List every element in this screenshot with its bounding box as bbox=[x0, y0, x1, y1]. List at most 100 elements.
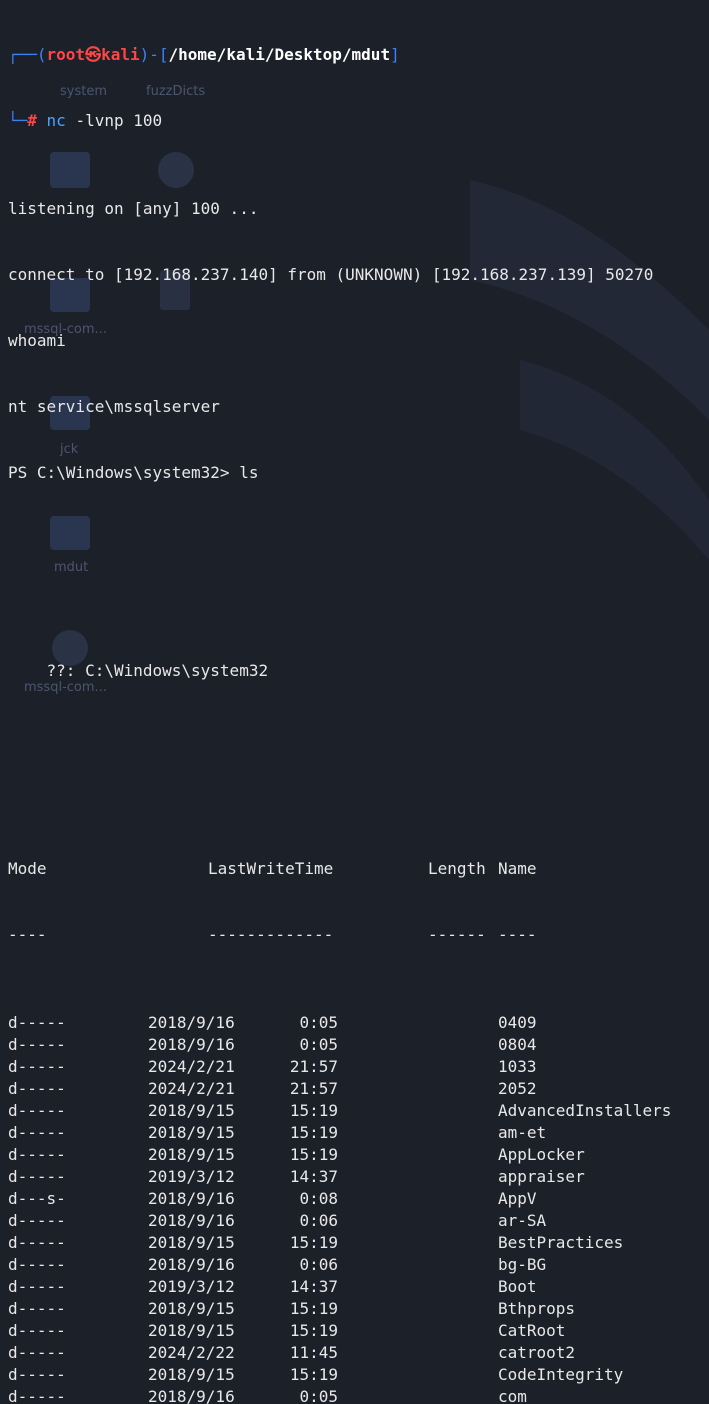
row-mode: d----- bbox=[8, 1123, 66, 1142]
row-name: 2052 bbox=[498, 1079, 537, 1098]
header-lastwritetime: LastWriteTime bbox=[208, 859, 334, 878]
row-date: 2018/9/16 bbox=[148, 1189, 235, 1208]
listing-header: Mode LastWriteTime Length Name bbox=[8, 858, 709, 880]
row-time: 15:19 bbox=[289, 1321, 338, 1340]
row-name: AppV bbox=[498, 1189, 537, 1208]
row-time: 0:06 bbox=[299, 1211, 338, 1230]
row-mode: d---s- bbox=[8, 1189, 66, 1208]
row-date: 2018/9/15 bbox=[148, 1145, 235, 1164]
terminal-output[interactable]: ┌──(root㉿kali)-[/home/kali/Desktop/mdut]… bbox=[8, 0, 709, 1404]
row-time: 14:37 bbox=[289, 1167, 338, 1186]
row-mode: d----- bbox=[8, 1277, 66, 1296]
row-mode: d----- bbox=[8, 1255, 66, 1274]
prompt-line-1: ┌──(root㉿kali)-[/home/kali/Desktop/mdut] bbox=[8, 45, 400, 64]
row-name: com bbox=[498, 1387, 527, 1404]
row-time: 0:08 bbox=[299, 1189, 338, 1208]
row-date: 2018/9/16 bbox=[148, 1035, 235, 1054]
header-mode: Mode bbox=[8, 859, 47, 878]
listing-row: d----- 2024/2/21 21:57 1033 bbox=[8, 1056, 709, 1078]
listing-row: d----- 2018/9/16 0:05 0409 bbox=[8, 1012, 709, 1034]
listing-row: d----- 2018/9/16 0:06 bg-BG bbox=[8, 1254, 709, 1276]
row-date: 2018/9/15 bbox=[148, 1321, 235, 1340]
row-time: 15:19 bbox=[289, 1365, 338, 1384]
row-name: BestPractices bbox=[498, 1233, 624, 1252]
row-mode: d----- bbox=[8, 1365, 66, 1384]
row-date: 2019/3/12 bbox=[148, 1167, 235, 1186]
row-time: 15:19 bbox=[289, 1233, 338, 1252]
listing-row: d---s- 2018/9/16 0:08 AppV bbox=[8, 1188, 709, 1210]
output-line: connect to [192.168.237.140] from (UNKNO… bbox=[8, 265, 654, 284]
listing-row: d----- 2018/9/15 15:19 am-et bbox=[8, 1122, 709, 1144]
row-mode: d----- bbox=[8, 1233, 66, 1252]
kali-skull-icon: ㉿ bbox=[85, 45, 102, 64]
listing-row: d----- 2019/3/12 14:37 appraiser bbox=[8, 1166, 709, 1188]
row-time: 15:19 bbox=[289, 1145, 338, 1164]
row-name: 1033 bbox=[498, 1057, 537, 1076]
row-time: 0:05 bbox=[299, 1035, 338, 1054]
row-date: 2018/9/16 bbox=[148, 1387, 235, 1404]
row-date: 2019/3/12 bbox=[148, 1277, 235, 1296]
prompt-user: root bbox=[46, 45, 86, 64]
command-name: nc bbox=[46, 111, 66, 130]
row-date: 2018/9/16 bbox=[148, 1255, 235, 1274]
output-line: nt service\mssqlserver bbox=[8, 397, 220, 416]
command-args: -lvnp 100 bbox=[75, 111, 163, 130]
row-time: 0:06 bbox=[299, 1255, 338, 1274]
row-date: 2018/9/15 bbox=[148, 1365, 235, 1384]
row-mode: d----- bbox=[8, 1387, 66, 1404]
row-name: CatRoot bbox=[498, 1321, 566, 1340]
row-name: 0804 bbox=[498, 1035, 537, 1054]
prompt-path: /home/kali/Desktop/mdut bbox=[168, 45, 391, 64]
listing-row: d----- 2018/9/15 15:19 Bthprops bbox=[8, 1298, 709, 1320]
row-name: catroot2 bbox=[498, 1343, 576, 1362]
header-name: Name bbox=[498, 859, 537, 878]
row-date: 2018/9/16 bbox=[148, 1211, 235, 1230]
row-name: bg-BG bbox=[498, 1255, 547, 1274]
row-name: AdvancedInstallers bbox=[498, 1101, 672, 1120]
row-time: 11:45 bbox=[289, 1343, 338, 1362]
row-date: 2018/9/15 bbox=[148, 1233, 235, 1252]
row-time: 0:05 bbox=[299, 1013, 338, 1032]
row-mode: d----- bbox=[8, 1057, 66, 1076]
prompt-symbol: # bbox=[27, 111, 37, 130]
row-mode: d----- bbox=[8, 1013, 66, 1032]
listing-row: d----- 2024/2/21 21:57 2052 bbox=[8, 1078, 709, 1100]
listing-row: d----- 2018/9/16 0:05 com bbox=[8, 1386, 709, 1404]
row-name: am-et bbox=[498, 1123, 547, 1142]
row-name: 0409 bbox=[498, 1013, 537, 1032]
listing-row: d----- 2018/9/15 15:19 AdvancedInstallers bbox=[8, 1100, 709, 1122]
row-mode: d----- bbox=[8, 1211, 66, 1230]
row-mode: d----- bbox=[8, 1299, 66, 1318]
row-mode: d----- bbox=[8, 1101, 66, 1120]
listing-rows: d----- 2018/9/16 0:05 0409 d----- 2018/9/16 0:… bbox=[8, 1012, 709, 1404]
row-name: CodeIntegrity bbox=[498, 1365, 624, 1384]
header-length: Length bbox=[428, 859, 486, 878]
row-name: Boot bbox=[498, 1277, 537, 1296]
listing-underline: ---- ------------- ------ ---- bbox=[8, 925, 537, 944]
row-time: 15:19 bbox=[289, 1101, 338, 1120]
listing-row: d----- 2018/9/16 0:05 0804 bbox=[8, 1034, 709, 1056]
row-time: 15:19 bbox=[289, 1299, 338, 1318]
row-name: Bthprops bbox=[498, 1299, 576, 1318]
row-date: 2024/2/21 bbox=[148, 1057, 235, 1076]
row-time: 0:05 bbox=[299, 1387, 338, 1404]
prompt-host: kali bbox=[101, 45, 140, 64]
row-time: 21:57 bbox=[289, 1079, 338, 1098]
row-date: 2024/2/21 bbox=[148, 1079, 235, 1098]
row-date: 2018/9/16 bbox=[148, 1013, 235, 1032]
row-date: 2018/9/15 bbox=[148, 1101, 235, 1120]
directory-line: ??: C:\Windows\system32 bbox=[8, 661, 269, 680]
listing-row: d----- 2018/9/15 15:19 CodeIntegrity bbox=[8, 1364, 709, 1386]
row-mode: d----- bbox=[8, 1035, 66, 1054]
row-date: 2018/9/15 bbox=[148, 1299, 235, 1318]
prompt-line-2: └─# nc -lvnp 100 bbox=[8, 111, 163, 130]
listing-row: d----- 2019/3/12 14:37 Boot bbox=[8, 1276, 709, 1298]
listing-row: d----- 2024/2/22 11:45 catroot2 bbox=[8, 1342, 709, 1364]
row-mode: d----- bbox=[8, 1167, 66, 1186]
listing-row: d----- 2018/9/15 15:19 AppLocker bbox=[8, 1144, 709, 1166]
row-name: appraiser bbox=[498, 1167, 585, 1186]
output-line: PS C:\Windows\system32> ls bbox=[8, 463, 259, 482]
row-name: ar-SA bbox=[498, 1211, 547, 1230]
row-time: 14:37 bbox=[289, 1277, 338, 1296]
row-mode: d----- bbox=[8, 1145, 66, 1164]
